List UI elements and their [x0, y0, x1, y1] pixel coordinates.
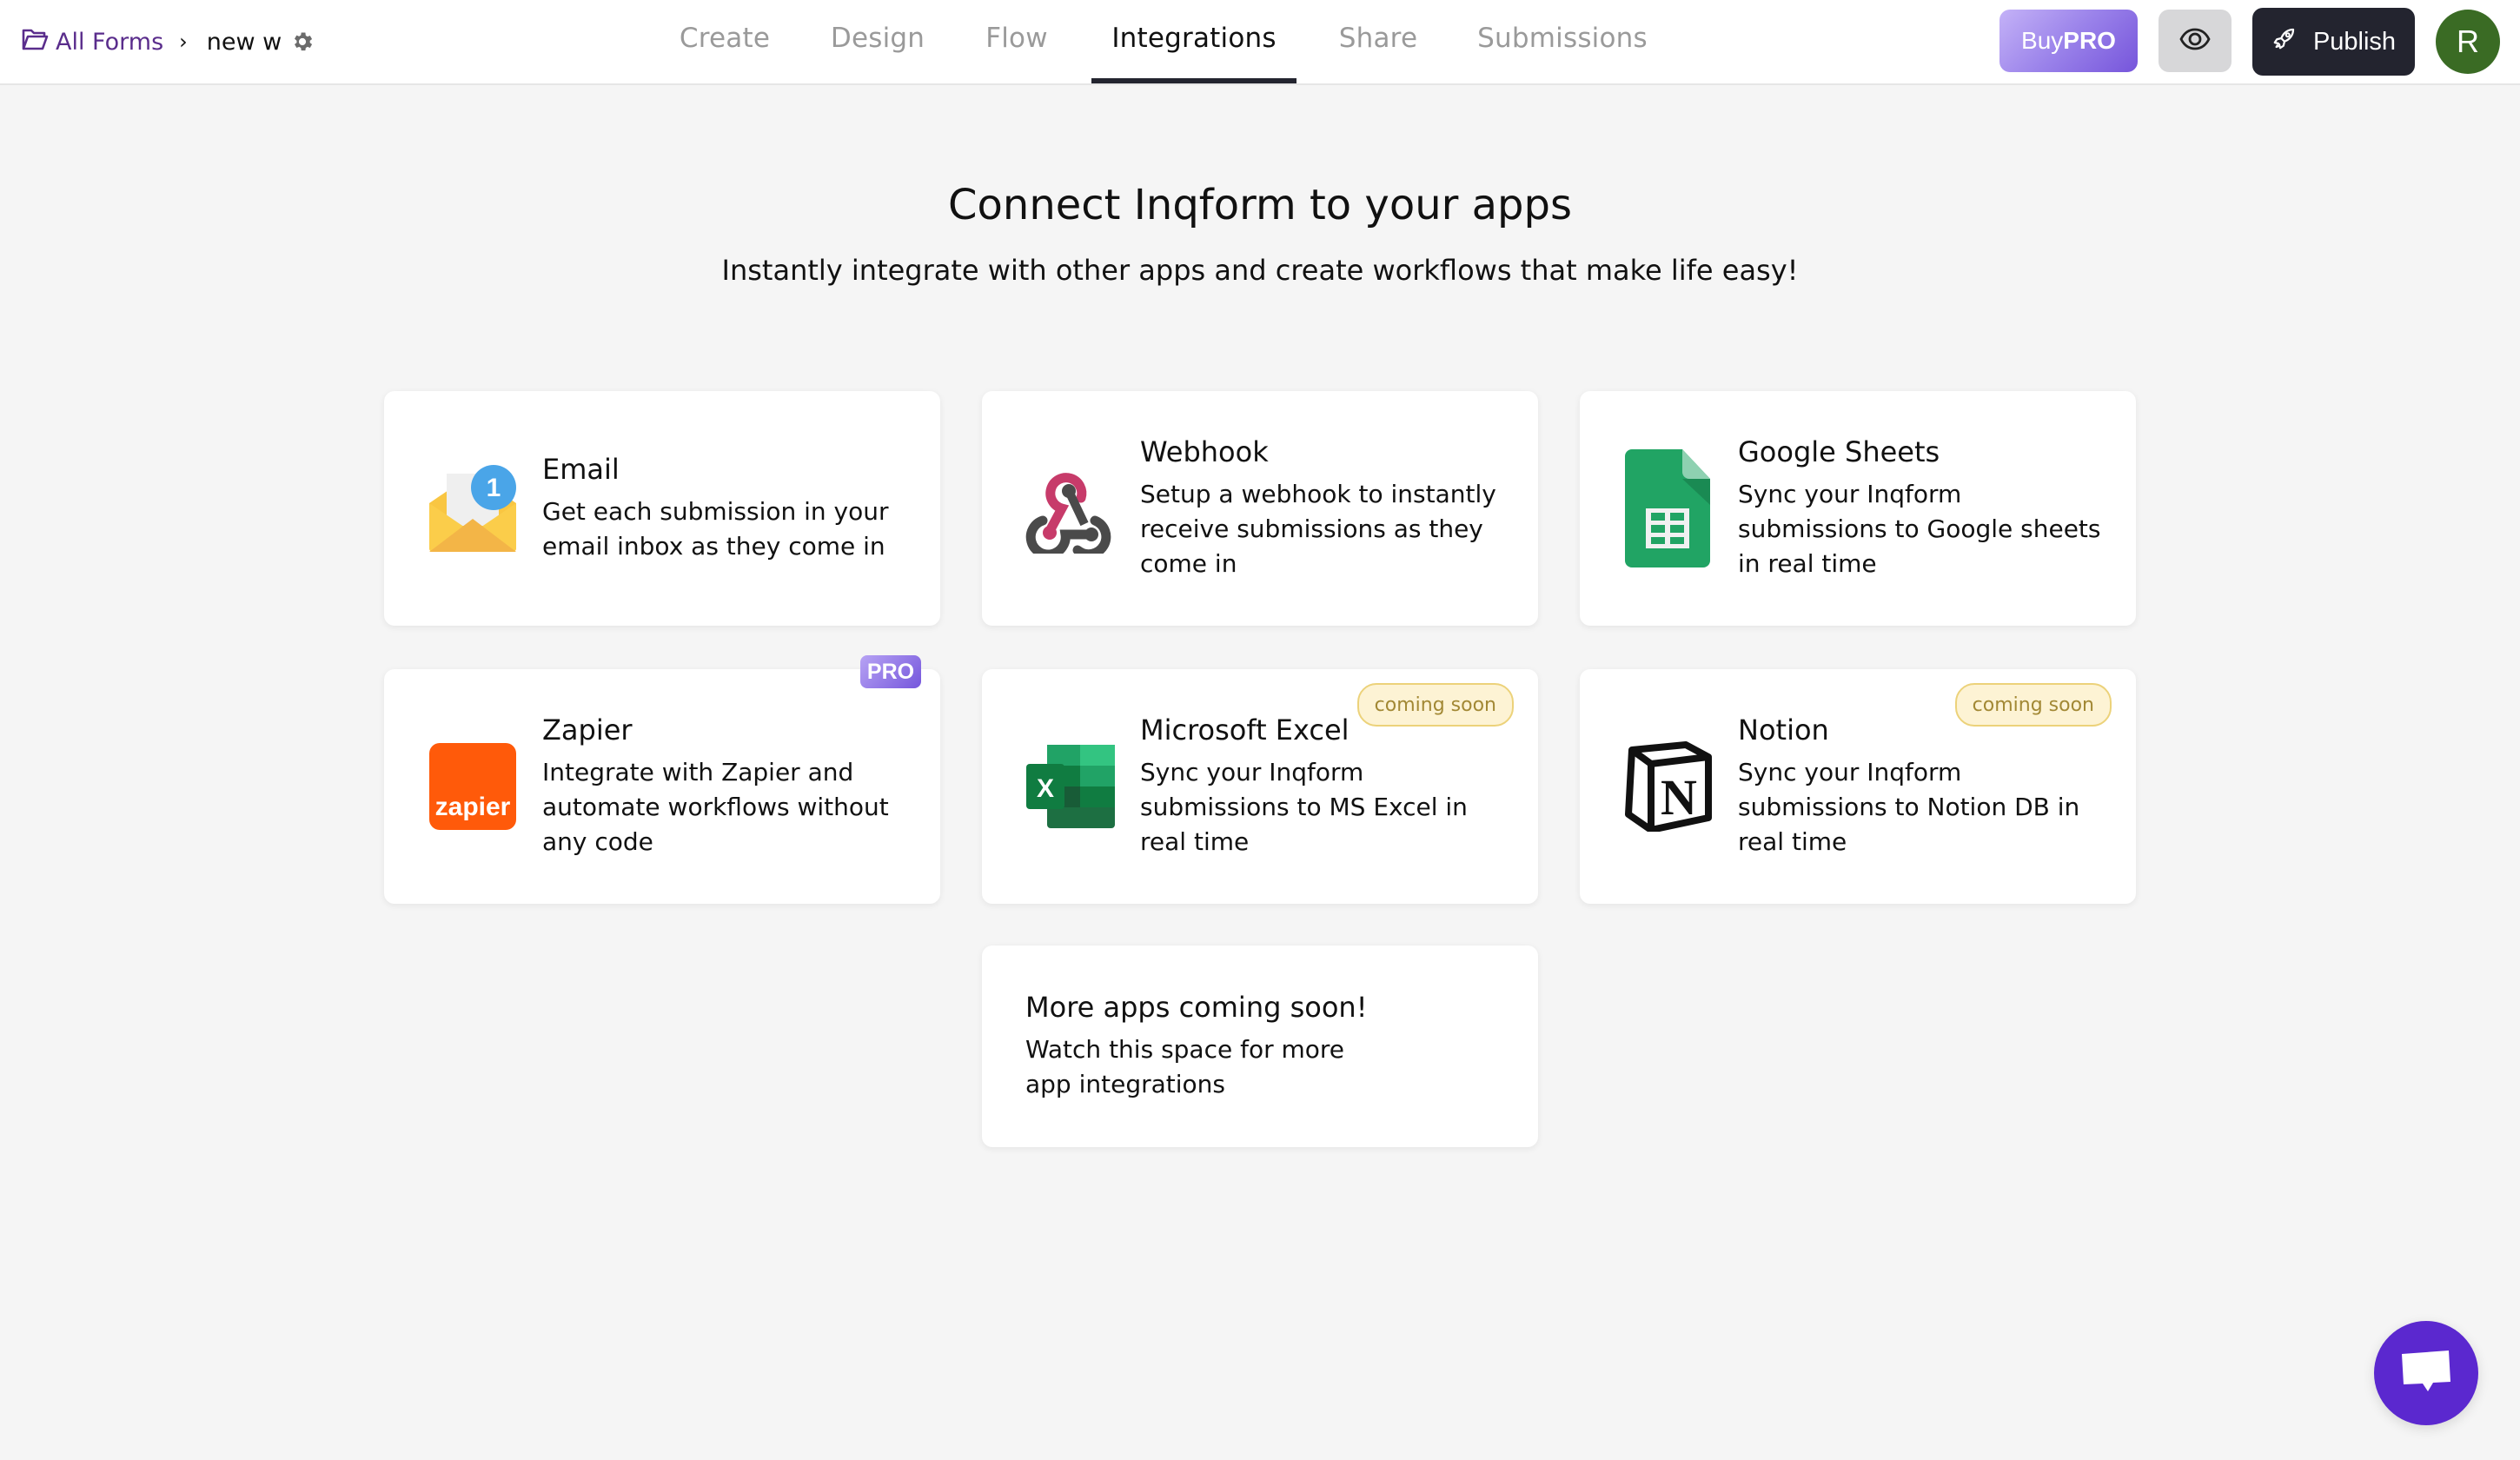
publish-label: Publish: [2312, 27, 2397, 56]
all-forms-label: All Forms: [56, 28, 164, 56]
chat-bubble-icon: [2400, 1349, 2452, 1397]
card-description: Watch this space for more app integratio…: [1025, 1035, 1345, 1099]
tab-flow[interactable]: Flow: [985, 23, 1048, 61]
tab-integrations[interactable]: Integrations: [1111, 23, 1276, 61]
svg-text:N: N: [1661, 769, 1697, 826]
all-forms-link[interactable]: All Forms: [21, 27, 163, 57]
card-description: Setup a webhook to instantly receive sub…: [1140, 480, 1496, 579]
notion-icon: N: [1623, 741, 1714, 832]
main-tabs: Create Design Flow Integrations Share Su…: [0, 0, 2520, 83]
card-title: Email: [542, 452, 620, 486]
card-text: Webhook Setup a webhook to instantly rec…: [1140, 391, 1503, 626]
email-icon: 1: [428, 463, 518, 554]
card-title: Notion: [1738, 713, 1829, 747]
excel-icon: X: [1025, 741, 1116, 832]
rocket-icon: [2271, 25, 2313, 58]
card-title: Google Sheets: [1738, 435, 1940, 468]
page-title: Connect Inqform to your apps: [948, 181, 1572, 229]
svg-text:1: 1: [487, 474, 501, 502]
tab-create[interactable]: Create: [680, 23, 770, 61]
preview-button[interactable]: [2159, 10, 2232, 72]
tab-submissions[interactable]: Submissions: [1477, 23, 1648, 61]
card-description: Sync your Inqform submissions to Notion …: [1738, 758, 2080, 857]
tab-share[interactable]: Share: [1339, 23, 1417, 61]
integration-card-notion[interactable]: coming soon N Notion Sync your Inqform s…: [1580, 669, 2136, 904]
google-sheets-icon: [1623, 449, 1714, 567]
zapier-icon: zapier: [428, 741, 518, 832]
card-description: Integrate with Zapier and automate workf…: [542, 758, 889, 857]
card-description: Sync your Inqform submissions to MS Exce…: [1140, 758, 1468, 857]
buy-pro-prefix: Buy: [2021, 27, 2064, 54]
integration-card-google-sheets[interactable]: Google Sheets Sync your Inqform submissi…: [1580, 391, 2136, 626]
svg-text:X: X: [1037, 774, 1054, 803]
integration-card-email[interactable]: 1 Email Get each submission in your emai…: [384, 391, 940, 626]
breadcrumb: All Forms › new w: [21, 24, 315, 59]
card-description: Get each submission in your email inbox …: [542, 497, 889, 561]
buy-pro-bold: PRO: [2063, 27, 2116, 54]
card-text: Email Get each submission in your email …: [542, 391, 905, 626]
card-text: Microsoft Excel Sync your Inqform submis…: [1140, 669, 1503, 904]
user-avatar[interactable]: R: [2436, 10, 2500, 74]
card-text: Notion Sync your Inqform submissions to …: [1738, 669, 2101, 904]
integration-card-excel[interactable]: coming soon X Microsoft Excel Sync your …: [982, 669, 1538, 904]
top-header: All Forms › new w Create Design Flow Int…: [0, 0, 2520, 85]
svg-text:zapier: zapier: [435, 793, 511, 821]
chat-widget-button[interactable]: [2374, 1321, 2478, 1425]
page-subtitle: Instantly integrate with other apps and …: [721, 254, 1799, 287]
more-apps-card: More apps coming soon! Watch this space …: [982, 946, 1538, 1147]
form-name: new w: [206, 28, 282, 56]
publish-button[interactable]: Publish: [2252, 8, 2415, 76]
webhook-icon: [1025, 463, 1116, 554]
integration-card-zapier[interactable]: PRO zapier Zapier Integrate with Zapier …: [384, 655, 940, 904]
tab-design[interactable]: Design: [831, 23, 925, 61]
card-title: Microsoft Excel: [1140, 713, 1350, 747]
card-text: Zapier Integrate with Zapier and automat…: [542, 669, 905, 904]
active-tab-indicator: [1091, 78, 1296, 83]
card-title: Webhook: [1140, 435, 1269, 468]
integration-card-webhook[interactable]: Webhook Setup a webhook to instantly rec…: [982, 391, 1538, 626]
card-title: Zapier: [542, 713, 633, 747]
chevron-right-icon: ›: [179, 30, 188, 54]
card-description: Sync your Inqform submissions to Google …: [1738, 480, 2101, 579]
gear-icon[interactable]: [290, 30, 315, 54]
card-text: Google Sheets Sync your Inqform submissi…: [1738, 391, 2101, 626]
buy-pro-button[interactable]: Buy PRO: [1999, 10, 2138, 72]
eye-icon: [2179, 28, 2211, 54]
card-title: More apps coming soon!: [1025, 990, 1368, 1024]
folder-icon: [21, 27, 56, 57]
card-text: More apps coming soon! Watch this space …: [1025, 946, 1503, 1147]
